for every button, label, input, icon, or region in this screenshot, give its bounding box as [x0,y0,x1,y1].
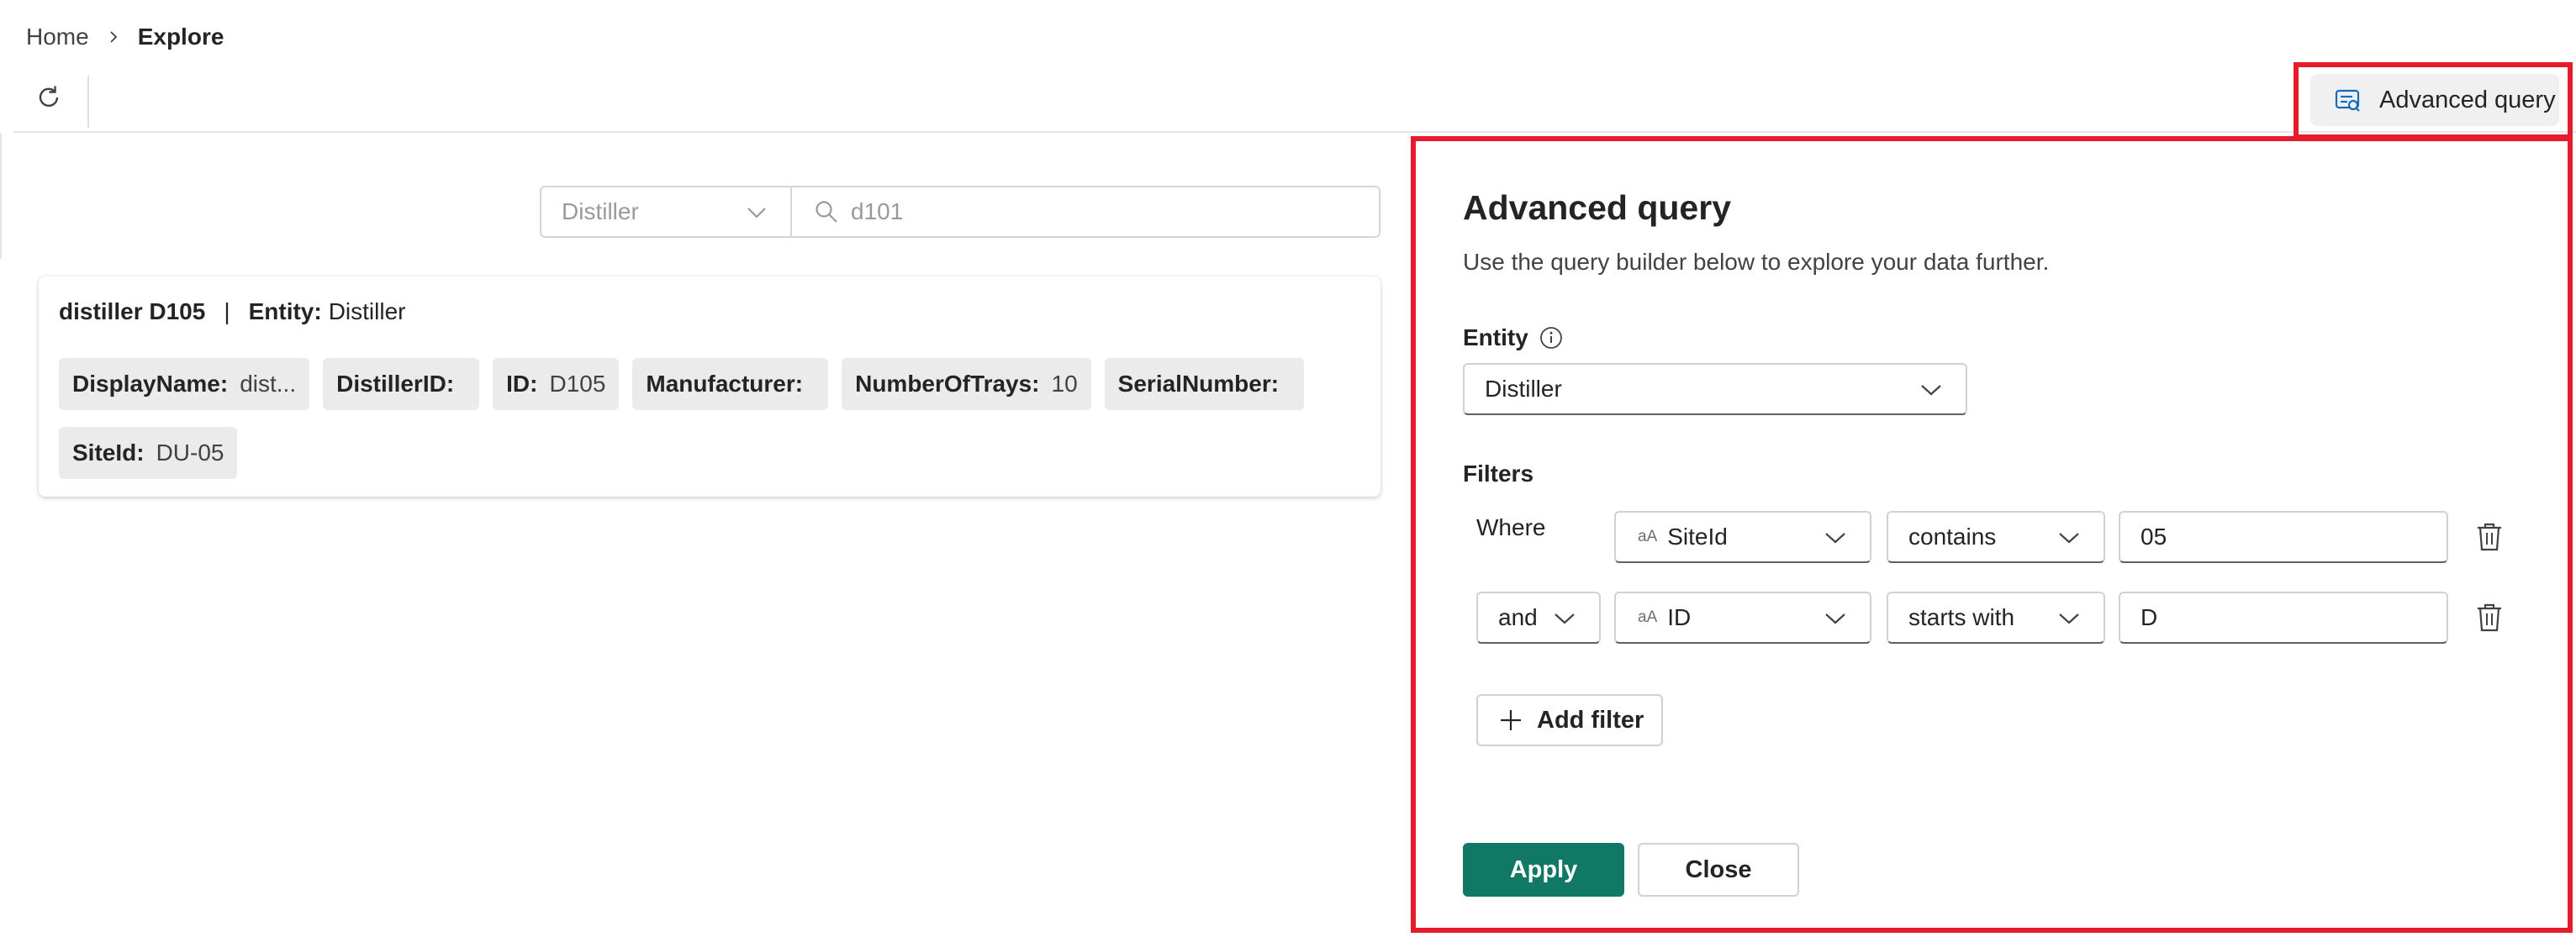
toolbar-divider [87,76,89,128]
operator-select[interactable]: contains [1887,511,2105,563]
apply-button[interactable]: Apply [1463,843,1624,897]
chevron-right-icon [110,31,117,43]
entity-dropdown[interactable]: Distiller [540,186,792,238]
chevron-down-icon [1555,613,1575,624]
property-key: SiteId: [72,440,145,466]
property-chip: ID: D105 [493,358,620,410]
breadcrumb: Home Explore [26,22,224,52]
chevron-down-icon [747,208,766,218]
query-icon [2335,89,2360,112]
delete-icon[interactable] [2475,602,2504,634]
toolbar [0,67,2576,133]
entity-value: Distiller [328,298,406,324]
breadcrumb-home[interactable]: Home [26,24,89,50]
chevron-down-icon [2059,613,2079,624]
entity-select[interactable]: Distiller [1463,363,1967,415]
property-chip: SiteId: DU-05 [59,427,238,479]
plus-icon [1501,710,1521,730]
chevron-down-icon [2059,533,2079,544]
property-chip: SerialNumber: [1104,358,1305,410]
title-separator: | [224,298,230,324]
property-value: DU-05 [156,440,224,466]
operator-select-value: contains [1908,524,1997,550]
result-name: distiller D105 [59,298,206,324]
advanced-query-label: Advanced query [2379,86,2556,113]
property-key: DisplayName: [72,371,229,397]
where-label: Where [1476,514,1546,540]
explore-page: Home Explore Advanced query Distiller d1… [0,0,2576,937]
refresh-icon [39,86,59,107]
delete-icon[interactable] [2475,521,2504,553]
property-chip: NumberOfTrays: 10 [842,358,1091,410]
text-type-icon: aA [1638,528,1658,545]
entity-select-value: Distiller [1485,376,1562,402]
property-value: D105 [549,371,606,397]
breadcrumb-current: Explore [137,24,224,50]
filters-label: Filters [1463,461,1534,487]
filter-value-text: D [2141,604,2158,630]
operator-select-value: starts with [1908,604,2015,630]
property-select-value: SiteId [1667,524,1728,550]
property-select[interactable]: aA SiteId [1614,511,1871,563]
filter-value-text: 05 [2141,524,2167,550]
add-filter-button[interactable]: Add filter [1476,694,1663,746]
property-chips: DisplayName: dist... DistillerID: ID: D1… [59,358,1370,479]
connector-select[interactable]: and [1476,592,1601,644]
advanced-query-button[interactable]: Advanced query [2310,74,2559,126]
operator-select[interactable]: starts with [1887,592,2105,644]
property-key: DistillerID: [336,371,455,397]
text-type-icon: aA [1638,608,1658,626]
result-card-title: distiller D105 | Entity: Distiller [59,298,405,325]
property-chip: Manufacturer: [632,358,829,410]
entity-field-label-text: Entity [1463,324,1528,350]
left-edge-line [0,133,2,259]
toolbar-separator [13,131,2576,133]
property-key: NumberOfTrays: [855,371,1040,397]
property-select-value: ID [1667,604,1692,630]
property-key: SerialNumber: [1117,371,1280,397]
property-chip: DisplayName: dist... [59,358,310,410]
search-input[interactable]: d101 [792,186,1380,238]
entity-field-label: Entity [1463,324,1564,351]
property-chip: DistillerID: [323,358,480,410]
connector-select-value: and [1498,604,1538,630]
chevron-down-icon [1921,385,1941,396]
chevron-down-icon [1825,613,1845,624]
filter-value-input[interactable]: D [2119,592,2448,644]
close-button[interactable]: Close [1638,843,1799,897]
entity-label: Entity: [248,298,322,324]
search-icon [816,201,837,223]
property-value: dist... [240,371,297,397]
result-card[interactable]: distiller D105 | Entity: Distiller Displ… [39,276,1380,497]
info-icon[interactable] [1539,325,1564,350]
entity-dropdown-value: Distiller [562,198,639,224]
property-select[interactable]: aA ID [1614,592,1871,644]
panel-description: Use the query builder below to explore y… [1463,249,2050,275]
property-key: Manufacturer: [646,371,804,397]
filter-value-input[interactable]: 05 [2119,511,2448,563]
refresh-button[interactable] [30,79,67,116]
panel-title: Advanced query [1463,188,1731,227]
search-input-value: d101 [851,198,904,224]
chevron-down-icon [1825,533,1845,544]
property-key: ID: [506,371,538,397]
property-value: 10 [1051,371,1078,397]
add-filter-label: Add filter [1537,706,1644,734]
